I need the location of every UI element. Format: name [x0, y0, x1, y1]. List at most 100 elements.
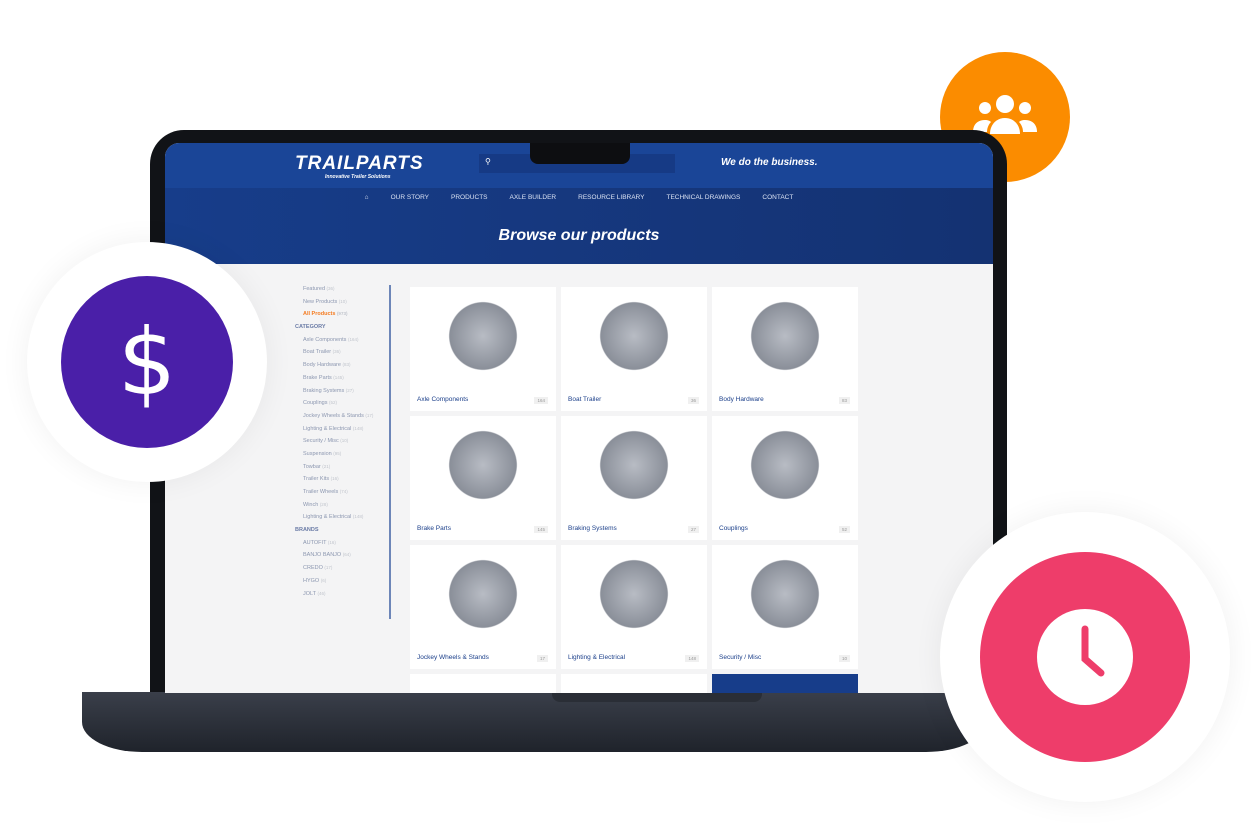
- tagline: Innovative Trailer Solutions: [325, 174, 391, 180]
- sidebar-category-item[interactable]: Trailer Kits (16): [295, 476, 390, 489]
- sidebar-category-item[interactable]: Braking Systems (27): [295, 388, 390, 401]
- product-count: 148: [685, 655, 699, 662]
- dollar-badge: $: [61, 276, 233, 448]
- sidebar-brand-item[interactable]: HYGO (6): [295, 578, 390, 591]
- item-label: Braking Systems: [303, 387, 345, 394]
- item-count: (164): [347, 336, 359, 342]
- product-card[interactable]: [712, 674, 858, 693]
- product-card[interactable]: Lighting & Electrical 148: [561, 545, 707, 669]
- product-card[interactable]: Security / Misc 10: [712, 545, 858, 669]
- nav-contact[interactable]: CONTACT: [762, 194, 793, 201]
- product-name: Lighting & Electrical: [568, 654, 626, 661]
- product-name: Jockey Wheels & Stands: [417, 654, 489, 661]
- product-name: Body Hardware: [719, 396, 764, 403]
- sidebar-brand-item[interactable]: JOLT (46): [295, 591, 390, 604]
- item-count: (74): [339, 489, 348, 494]
- item-count: (10): [340, 438, 349, 444]
- product-name: Brake Parts: [417, 525, 451, 532]
- brands-heading: BRANDS: [295, 527, 319, 534]
- sidebar-brand-item[interactable]: AUTOFIT (16): [295, 540, 390, 553]
- product-count: 164: [534, 397, 548, 404]
- sidebar-item-all-products[interactable]: All Products (973): [295, 311, 390, 324]
- product-card[interactable]: Brake Parts 145: [410, 416, 556, 540]
- product-count: 52: [838, 526, 850, 533]
- product-count: 145: [534, 526, 548, 533]
- sidebar-category-item[interactable]: Winch (28): [295, 502, 390, 515]
- product-card[interactable]: Axle Components 164: [410, 287, 556, 411]
- item-count: (21): [322, 463, 331, 469]
- item-count: (16): [330, 476, 339, 482]
- sidebar-category-item[interactable]: Brake Parts (145): [295, 375, 390, 388]
- sidebar-brand-item[interactable]: CREDO (17): [295, 565, 390, 578]
- sidebar-item-featured[interactable]: Featured (36): [295, 286, 390, 299]
- sidebar-item-new-products[interactable]: New Products (10): [295, 299, 390, 312]
- sidebar-category-item[interactable]: Security / Misc (10): [295, 438, 390, 451]
- item-label: Towbar: [303, 463, 321, 470]
- sidebar-category-item[interactable]: Couplings (52): [295, 400, 390, 413]
- nav-axle-builder[interactable]: AXLE BUILDER: [510, 194, 557, 201]
- item-label: Couplings: [303, 400, 328, 407]
- page-title: Browse our products: [498, 227, 660, 244]
- sidebar-category-item[interactable]: Boat Trailer (36): [295, 349, 390, 362]
- item-label: Jockey Wheels & Stands: [303, 412, 364, 419]
- item-count: (148): [352, 425, 364, 431]
- sidebar-scrollbar[interactable]: [389, 285, 391, 619]
- product-card[interactable]: Jockey Wheels & Stands 17: [410, 545, 556, 669]
- product-name: Braking Systems: [568, 525, 617, 532]
- nav-products[interactable]: PRODUCTS: [451, 194, 487, 201]
- sidebar-category-item[interactable]: Towbar (21): [295, 464, 390, 477]
- sidebar-category-item[interactable]: Jockey Wheels & Stands (17): [295, 413, 390, 426]
- item-label: Featured: [303, 286, 326, 292]
- item-count: (46): [317, 590, 326, 596]
- item-label: Security / Misc: [303, 438, 339, 445]
- nav-resource-library[interactable]: RESOURCE LIBRARY: [578, 194, 644, 201]
- item-label: Lighting & Electrical: [303, 514, 352, 521]
- item-count: (95): [333, 450, 342, 456]
- slogan: We do the business.: [721, 157, 818, 168]
- home-icon[interactable]: ⌂: [365, 194, 369, 201]
- item-label: Boat Trailer: [303, 349, 332, 356]
- dollar-badge-ring: $: [27, 242, 267, 482]
- product-card[interactable]: Body Hardware 83: [712, 287, 858, 411]
- product-name: Couplings: [719, 525, 748, 532]
- item-count: (64): [342, 552, 351, 558]
- sidebar-category-item[interactable]: Lighting & Electrical (148): [295, 426, 390, 439]
- product-card[interactable]: [410, 674, 556, 693]
- nav-our-story[interactable]: OUR STORY: [391, 194, 429, 201]
- item-label: Winch: [303, 501, 319, 508]
- camera-notch: [530, 143, 630, 164]
- main-nav: ⌂ OUR STORY PRODUCTS AXLE BUILDER RESOUR…: [165, 194, 993, 201]
- category-heading: CATEGORY: [295, 324, 326, 331]
- product-card[interactable]: [561, 674, 707, 693]
- sidebar-category-item[interactable]: Body Hardware (83): [295, 362, 390, 375]
- dollar-icon: $: [117, 308, 177, 416]
- product-image: [591, 301, 677, 371]
- product-image: [591, 559, 677, 629]
- product-image: [440, 559, 526, 629]
- item-label: Trailer Wheels: [303, 489, 339, 495]
- item-count: (973): [336, 311, 348, 317]
- logo[interactable]: TRAILPARTS: [295, 153, 424, 175]
- item-count: (27): [345, 387, 354, 393]
- item-count: (36): [332, 349, 341, 355]
- sidebar-category-item[interactable]: Axle Components (164): [295, 337, 390, 350]
- item-count: (6): [320, 577, 327, 583]
- item-label: Trailer Kits: [303, 476, 330, 483]
- nav-technical-drawings[interactable]: TECHNICAL DRAWINGS: [666, 194, 740, 201]
- product-image: [591, 430, 677, 500]
- item-count: (16): [327, 539, 336, 545]
- clock-icon: [1037, 609, 1133, 705]
- product-card[interactable]: Couplings 52: [712, 416, 858, 540]
- product-card[interactable]: Braking Systems 27: [561, 416, 707, 540]
- product-card[interactable]: Boat Trailer 36: [561, 287, 707, 411]
- sidebar-category-item[interactable]: Lighting & Electrical (148): [295, 514, 390, 527]
- sidebar-category-item[interactable]: Suspension (95): [295, 451, 390, 464]
- product-image: [440, 301, 526, 371]
- sidebar-category-item[interactable]: Trailer Wheels (74): [295, 489, 390, 502]
- product-count: 36: [687, 397, 699, 404]
- item-label: Lighting & Electrical: [303, 425, 352, 432]
- sidebar-brand-item[interactable]: BANJO BANJO (64): [295, 552, 390, 565]
- item-label: AUTOFIT: [303, 539, 327, 546]
- item-label: Suspension: [303, 450, 332, 457]
- website-screen: TRAILPARTS Innovative Trailer Solutions …: [165, 143, 993, 693]
